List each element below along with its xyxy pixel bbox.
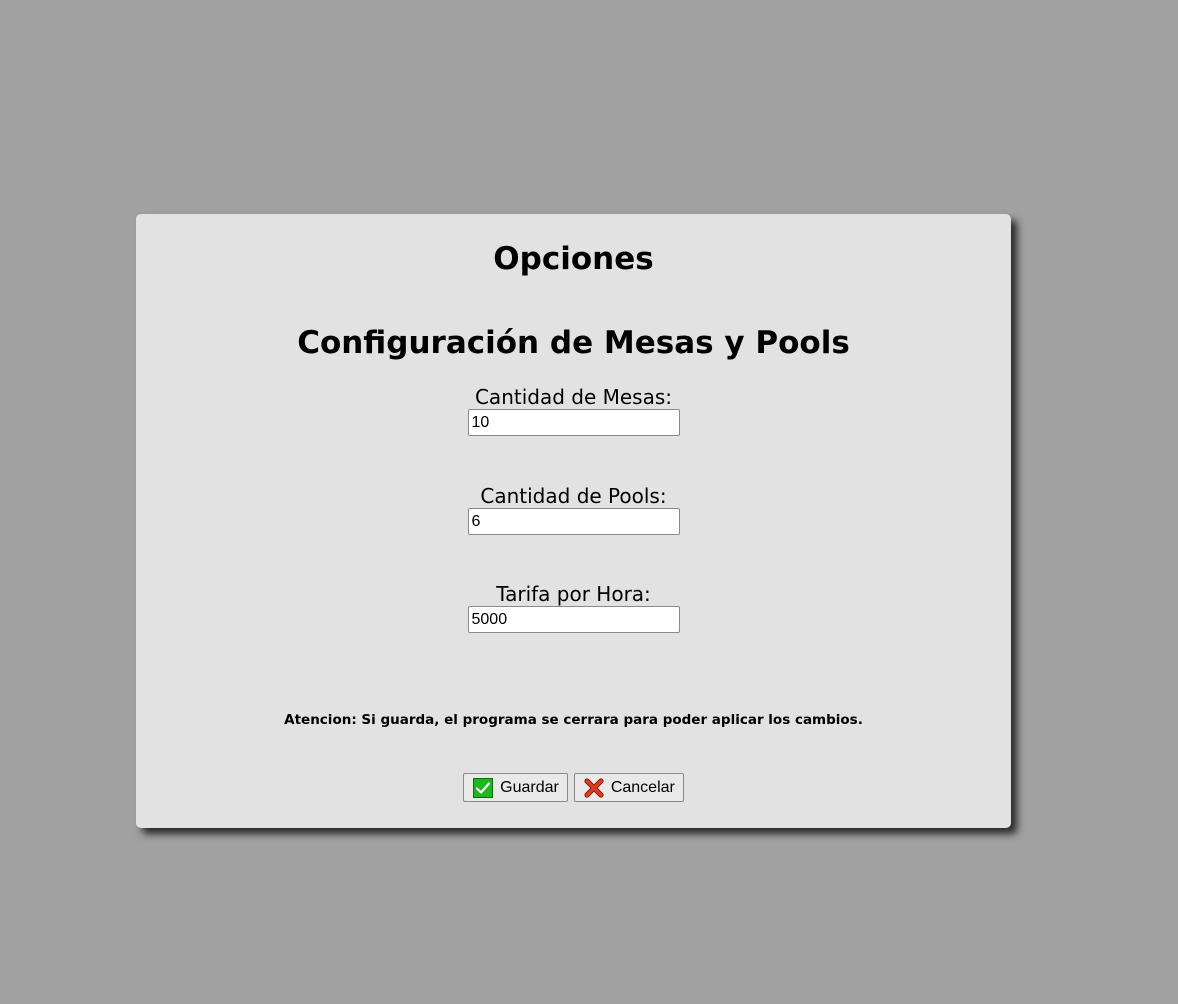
warning-text: Atencion: Si guarda, el programa se cerr… — [284, 712, 863, 728]
hourly-rate-field: Tarifa por Hora: — [136, 582, 1011, 633]
hourly-rate-input[interactable] — [467, 606, 680, 633]
options-dialog: Opciones Configuración de Mesas y Pools … — [136, 214, 1011, 828]
tables-count-input[interactable] — [467, 409, 680, 436]
pools-count-input[interactable] — [467, 508, 680, 535]
dialog-title: Opciones — [493, 241, 654, 277]
pools-count-label: Cantidad de Pools: — [480, 484, 667, 508]
tables-count-field: Cantidad de Mesas: — [136, 385, 1011, 436]
cancel-button-label: Cancelar — [610, 778, 675, 796]
cancel-button[interactable]: Cancelar — [573, 773, 684, 802]
save-button-label: Guardar — [500, 778, 559, 796]
hourly-rate-label: Tarifa por Hora: — [496, 582, 651, 606]
check-icon — [473, 777, 494, 798]
tables-count-label: Cantidad de Mesas: — [474, 385, 673, 409]
button-row: Guardar Cancelar — [136, 773, 1011, 802]
pools-count-field: Cantidad de Pools: — [136, 484, 1011, 535]
save-button[interactable]: Guardar — [463, 773, 568, 802]
section-title: Configuración de Mesas y Pools — [297, 325, 850, 361]
close-icon — [584, 777, 604, 798]
